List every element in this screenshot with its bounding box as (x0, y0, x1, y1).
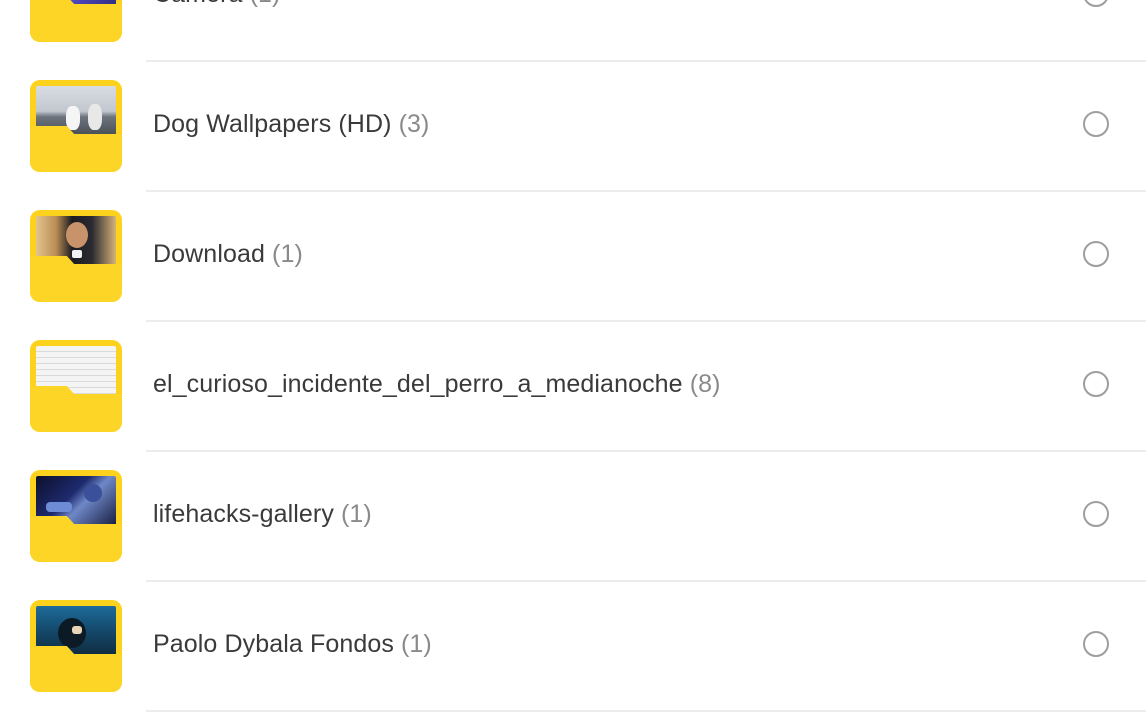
folder-name: lifehacks-gallery (153, 500, 334, 528)
folder-icon (30, 80, 122, 172)
folder-label: Dog Wallpapers (HD) (3) (153, 110, 429, 139)
radio-unchecked-icon[interactable] (1083, 371, 1109, 397)
folder-name: Camera (153, 0, 243, 8)
folder-name: Dog Wallpapers (HD) (153, 110, 392, 138)
folder-list: Camera (1) Dog Wallpapers (HD) (3) (0, 0, 1146, 712)
list-item[interactable]: Camera (1) (0, 0, 1146, 62)
folder-count: (1) (250, 0, 281, 8)
radio-unchecked-icon[interactable] (1083, 111, 1109, 137)
list-item[interactable]: Download (1) (0, 192, 1146, 322)
folder-icon (30, 470, 122, 562)
folder-name: Download (153, 240, 265, 268)
divider (146, 710, 1146, 712)
radio-unchecked-icon[interactable] (1083, 501, 1109, 527)
radio-unchecked-icon[interactable] (1083, 0, 1109, 7)
folder-label: Paolo Dybala Fondos (1) (153, 630, 432, 659)
folder-label: Camera (1) (153, 0, 280, 9)
folder-count: (8) (689, 370, 721, 398)
folder-label: lifehacks-gallery (1) (153, 500, 372, 529)
list-item[interactable]: Dog Wallpapers (HD) (3) (0, 62, 1146, 192)
folder-icon (30, 340, 122, 432)
folder-count: (3) (398, 110, 430, 138)
folder-label: el_curioso_incidente_del_perro_a_mediano… (153, 370, 721, 399)
list-item[interactable]: Paolo Dybala Fondos (1) (0, 582, 1146, 712)
folder-count: (1) (272, 240, 303, 268)
folder-name: el_curioso_incidente_del_perro_a_mediano… (153, 370, 683, 398)
list-item[interactable]: lifehacks-gallery (1) (0, 452, 1146, 582)
folder-icon (30, 210, 122, 302)
folder-label: Download (1) (153, 240, 303, 269)
folder-name: Paolo Dybala Fondos (153, 630, 394, 658)
radio-unchecked-icon[interactable] (1083, 631, 1109, 657)
list-item[interactable]: el_curioso_incidente_del_perro_a_mediano… (0, 322, 1146, 452)
folder-count: (1) (340, 500, 372, 528)
folder-icon (30, 0, 122, 42)
folder-count: (1) (401, 630, 432, 658)
folder-icon (30, 600, 122, 692)
radio-unchecked-icon[interactable] (1083, 241, 1109, 267)
